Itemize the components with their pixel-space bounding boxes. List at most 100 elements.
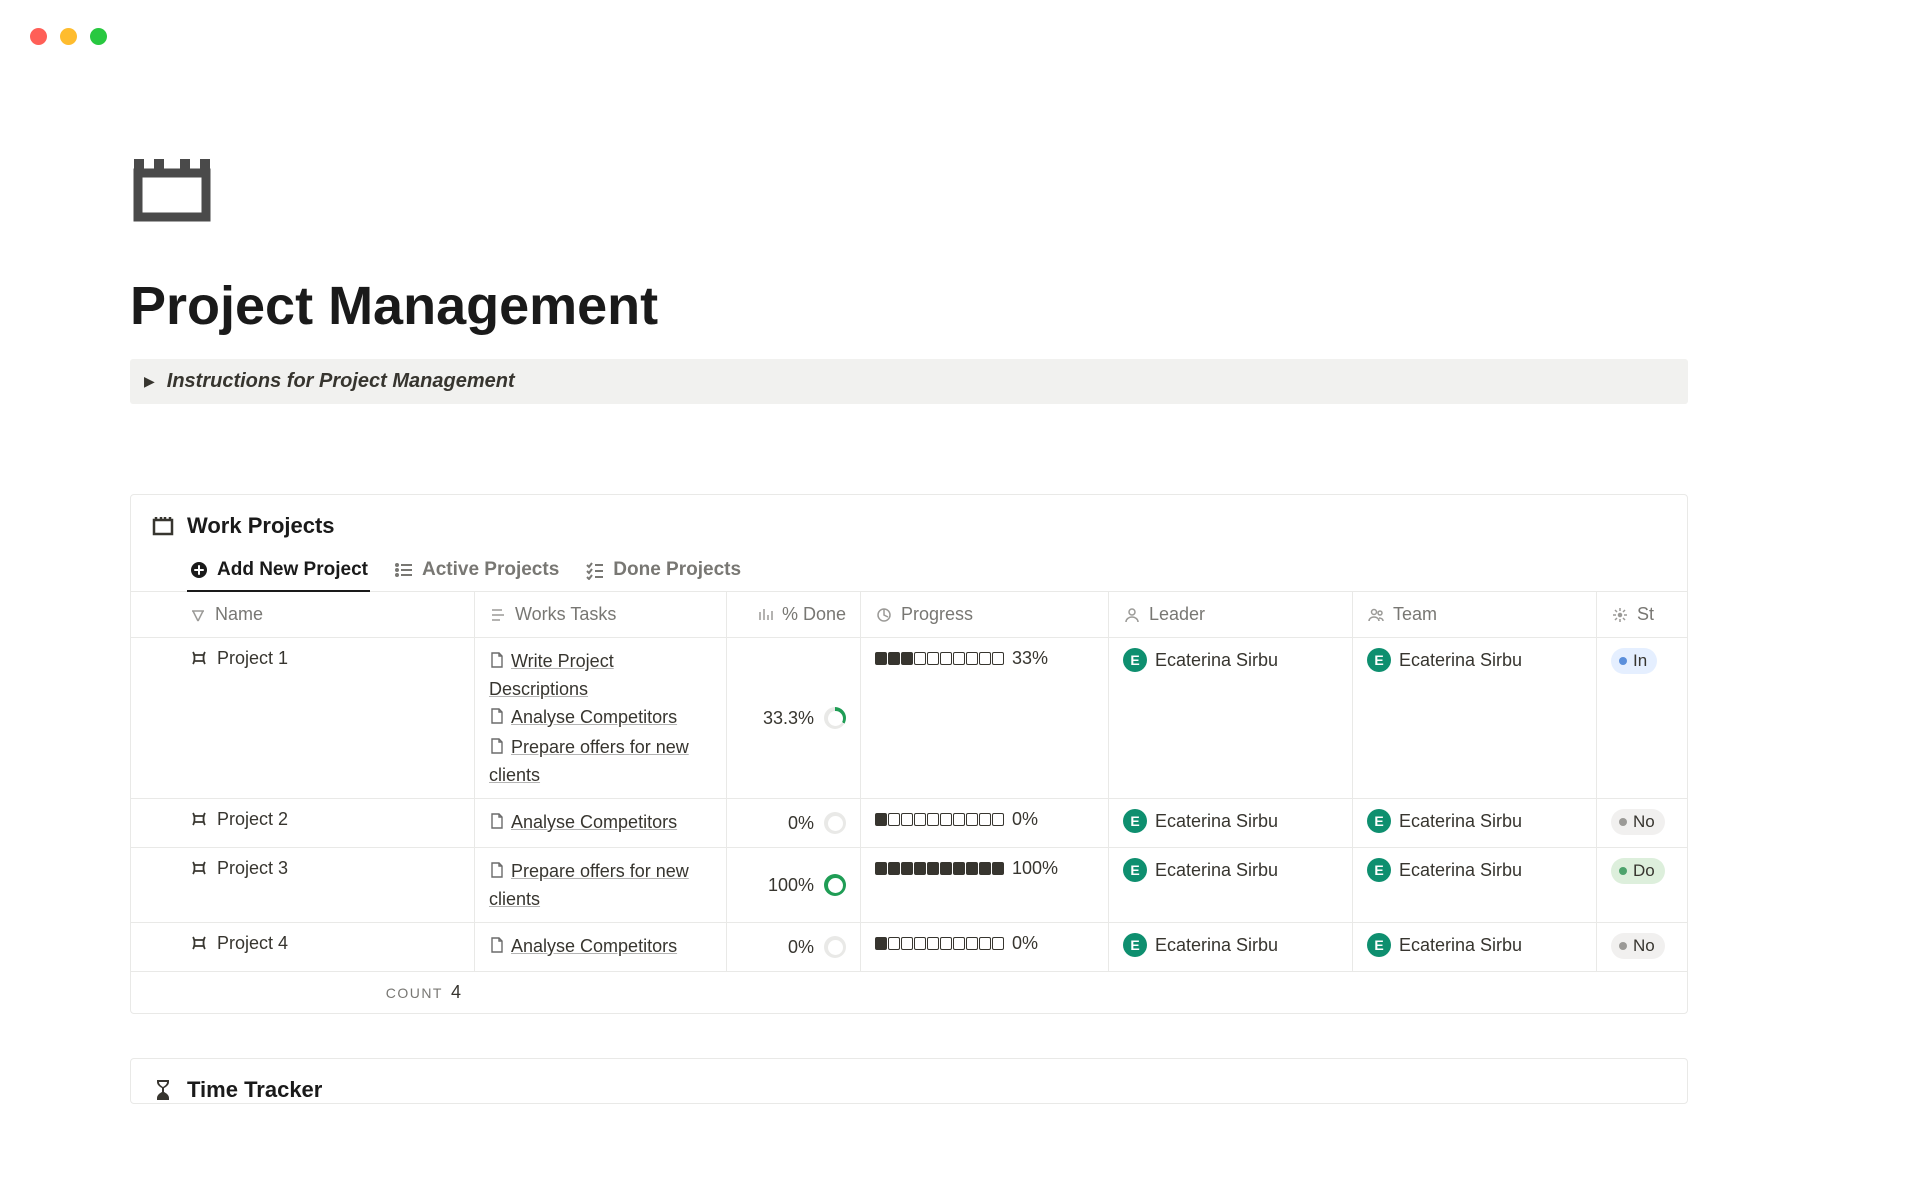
leader-name: Ecaterina Sirbu <box>1155 811 1278 832</box>
window-controls <box>30 28 107 45</box>
task-link[interactable]: Prepare offers for new clients <box>489 858 712 912</box>
caret-right-icon: ▶ <box>144 373 155 390</box>
work-projects-card: Work Projects Add New Project Active Pro… <box>130 494 1688 1014</box>
close-window-button[interactable] <box>30 28 47 45</box>
count-label: COUNT <box>386 985 443 1001</box>
cell-leader[interactable]: E Ecaterina Sirbu <box>1109 799 1353 847</box>
cell-leader[interactable]: EEcaterina Sirbu <box>1109 923 1353 971</box>
avatar: E <box>1123 809 1147 833</box>
document-icon <box>489 860 505 886</box>
document-icon <box>489 706 505 732</box>
cell-tasks[interactable]: Analyse Competitors <box>475 923 727 971</box>
card-title[interactable]: Time Tracker <box>187 1077 322 1103</box>
table-row[interactable]: Project 3 Prepare offers for new clients 1… <box>131 848 1687 923</box>
cell-tasks[interactable]: Prepare offers for new clients <box>475 848 727 922</box>
column-header-pct-done[interactable]: % Done <box>727 592 861 637</box>
time-tracker-card: Time Tracker <box>130 1058 1688 1104</box>
instructions-toggle[interactable]: ▶ Instructions for Project Management <box>130 359 1688 404</box>
document-icon <box>489 935 505 961</box>
leader-name: Ecaterina Sirbu <box>1155 650 1278 671</box>
cell-pct-done[interactable]: 100% <box>727 848 861 922</box>
table-row[interactable]: Project 1 Write Project DescriptionsAnaly… <box>131 638 1687 799</box>
cell-progress[interactable]: 0% <box>861 923 1109 971</box>
rollup-icon <box>756 606 774 624</box>
maximize-window-button[interactable] <box>90 28 107 45</box>
pct-value: 0% <box>788 937 814 958</box>
plus-bubble-icon <box>189 560 209 580</box>
column-header-progress[interactable]: Progress <box>861 592 1109 637</box>
project-name: Project 3 <box>217 858 288 879</box>
cell-pct-done[interactable]: 0% <box>727 799 861 847</box>
cell-progress[interactable]: 100% <box>861 848 1109 922</box>
avatar: E <box>1367 933 1391 957</box>
cell-status[interactable]: No <box>1597 799 1687 847</box>
cell-status[interactable]: No <box>1597 923 1687 971</box>
status-badge: Do <box>1611 858 1665 884</box>
text-icon <box>189 606 207 624</box>
avatar: E <box>1123 648 1147 672</box>
task-link[interactable]: Analyse Competitors <box>489 704 712 732</box>
task-link[interactable]: Prepare offers for new clients <box>489 734 712 788</box>
status-badge: No <box>1611 809 1665 835</box>
progress-text: 0% <box>1012 933 1038 954</box>
project-name: Project 1 <box>217 648 288 669</box>
card-title[interactable]: Work Projects <box>187 513 335 539</box>
progress-blocks <box>875 652 1004 665</box>
cell-name[interactable]: Project 4 <box>131 923 475 971</box>
cell-status[interactable]: Do <box>1597 848 1687 922</box>
team-name: Ecaterina Sirbu <box>1399 860 1522 881</box>
page-title[interactable]: Project Management <box>130 275 1880 337</box>
column-header-leader[interactable]: Leader <box>1109 592 1353 637</box>
hourglass-icon <box>151 1078 175 1102</box>
list-icon <box>394 560 414 580</box>
count-footer[interactable]: COUNT 4 <box>131 972 475 1013</box>
cell-team[interactable]: EEcaterina Sirbu <box>1353 848 1597 922</box>
progress-ring-icon <box>824 812 846 834</box>
people-icon <box>1367 606 1385 624</box>
leader-name: Ecaterina Sirbu <box>1155 860 1278 881</box>
column-header-team[interactable]: Team <box>1353 592 1597 637</box>
task-link[interactable]: Analyse Competitors <box>489 809 712 837</box>
avatar: E <box>1367 809 1391 833</box>
column-header-status[interactable]: St <box>1597 592 1687 637</box>
cell-status[interactable]: In <box>1597 638 1687 798</box>
tab-done-projects[interactable]: Done Projects <box>585 559 741 591</box>
person-icon <box>1123 606 1141 624</box>
cell-name[interactable]: Project 1 <box>131 638 475 798</box>
minimize-window-button[interactable] <box>60 28 77 45</box>
cell-team[interactable]: EEcaterina Sirbu <box>1353 923 1597 971</box>
team-name: Ecaterina Sirbu <box>1399 811 1522 832</box>
instructions-label: Instructions for Project Management <box>167 370 515 393</box>
tab-active-projects[interactable]: Active Projects <box>394 559 559 591</box>
progress-blocks <box>875 862 1004 875</box>
cell-progress[interactable]: 0% <box>861 799 1109 847</box>
cell-name[interactable]: Project 3 <box>131 848 475 922</box>
cell-pct-done[interactable]: 0% <box>727 923 861 971</box>
task-link[interactable]: Analyse Competitors <box>489 933 712 961</box>
cell-tasks[interactable]: Write Project DescriptionsAnalyse Compet… <box>475 638 727 798</box>
cell-tasks[interactable]: Analyse Competitors <box>475 799 727 847</box>
status-badge: In <box>1611 648 1657 674</box>
document-icon <box>489 736 505 762</box>
column-header-works-tasks[interactable]: Works Tasks <box>475 592 727 637</box>
column-header-name[interactable]: Name <box>131 592 475 637</box>
pct-value: 0% <box>788 813 814 834</box>
table-row[interactable]: Project 2 Analyse Competitors 0% 0% E Ecateri… <box>131 799 1687 848</box>
progress-ring-icon <box>824 874 846 896</box>
status-badge: No <box>1611 933 1665 959</box>
page-icon[interactable] <box>130 155 214 225</box>
cell-team[interactable]: EEcaterina Sirbu <box>1353 638 1597 798</box>
projects-table: Name Works Tasks % Done Progress <box>131 592 1687 1013</box>
cell-team[interactable]: E Ecaterina Sirbu <box>1353 799 1597 847</box>
tab-add-new-project[interactable]: Add New Project <box>189 559 368 591</box>
cell-name[interactable]: Project 2 <box>131 799 475 847</box>
table-row[interactable]: Project 4 Analyse Competitors 0% 0% EEcateri… <box>131 923 1687 972</box>
cell-leader[interactable]: E Ecaterina Sirbu <box>1109 638 1353 798</box>
progress-blocks <box>875 813 1004 826</box>
document-icon <box>489 650 505 676</box>
task-link[interactable]: Write Project Descriptions <box>489 648 712 702</box>
progress-text: 0% <box>1012 809 1038 830</box>
cell-progress[interactable]: 33% <box>861 638 1109 798</box>
cell-leader[interactable]: EEcaterina Sirbu <box>1109 848 1353 922</box>
cell-pct-done[interactable]: 33.3% <box>727 638 861 798</box>
